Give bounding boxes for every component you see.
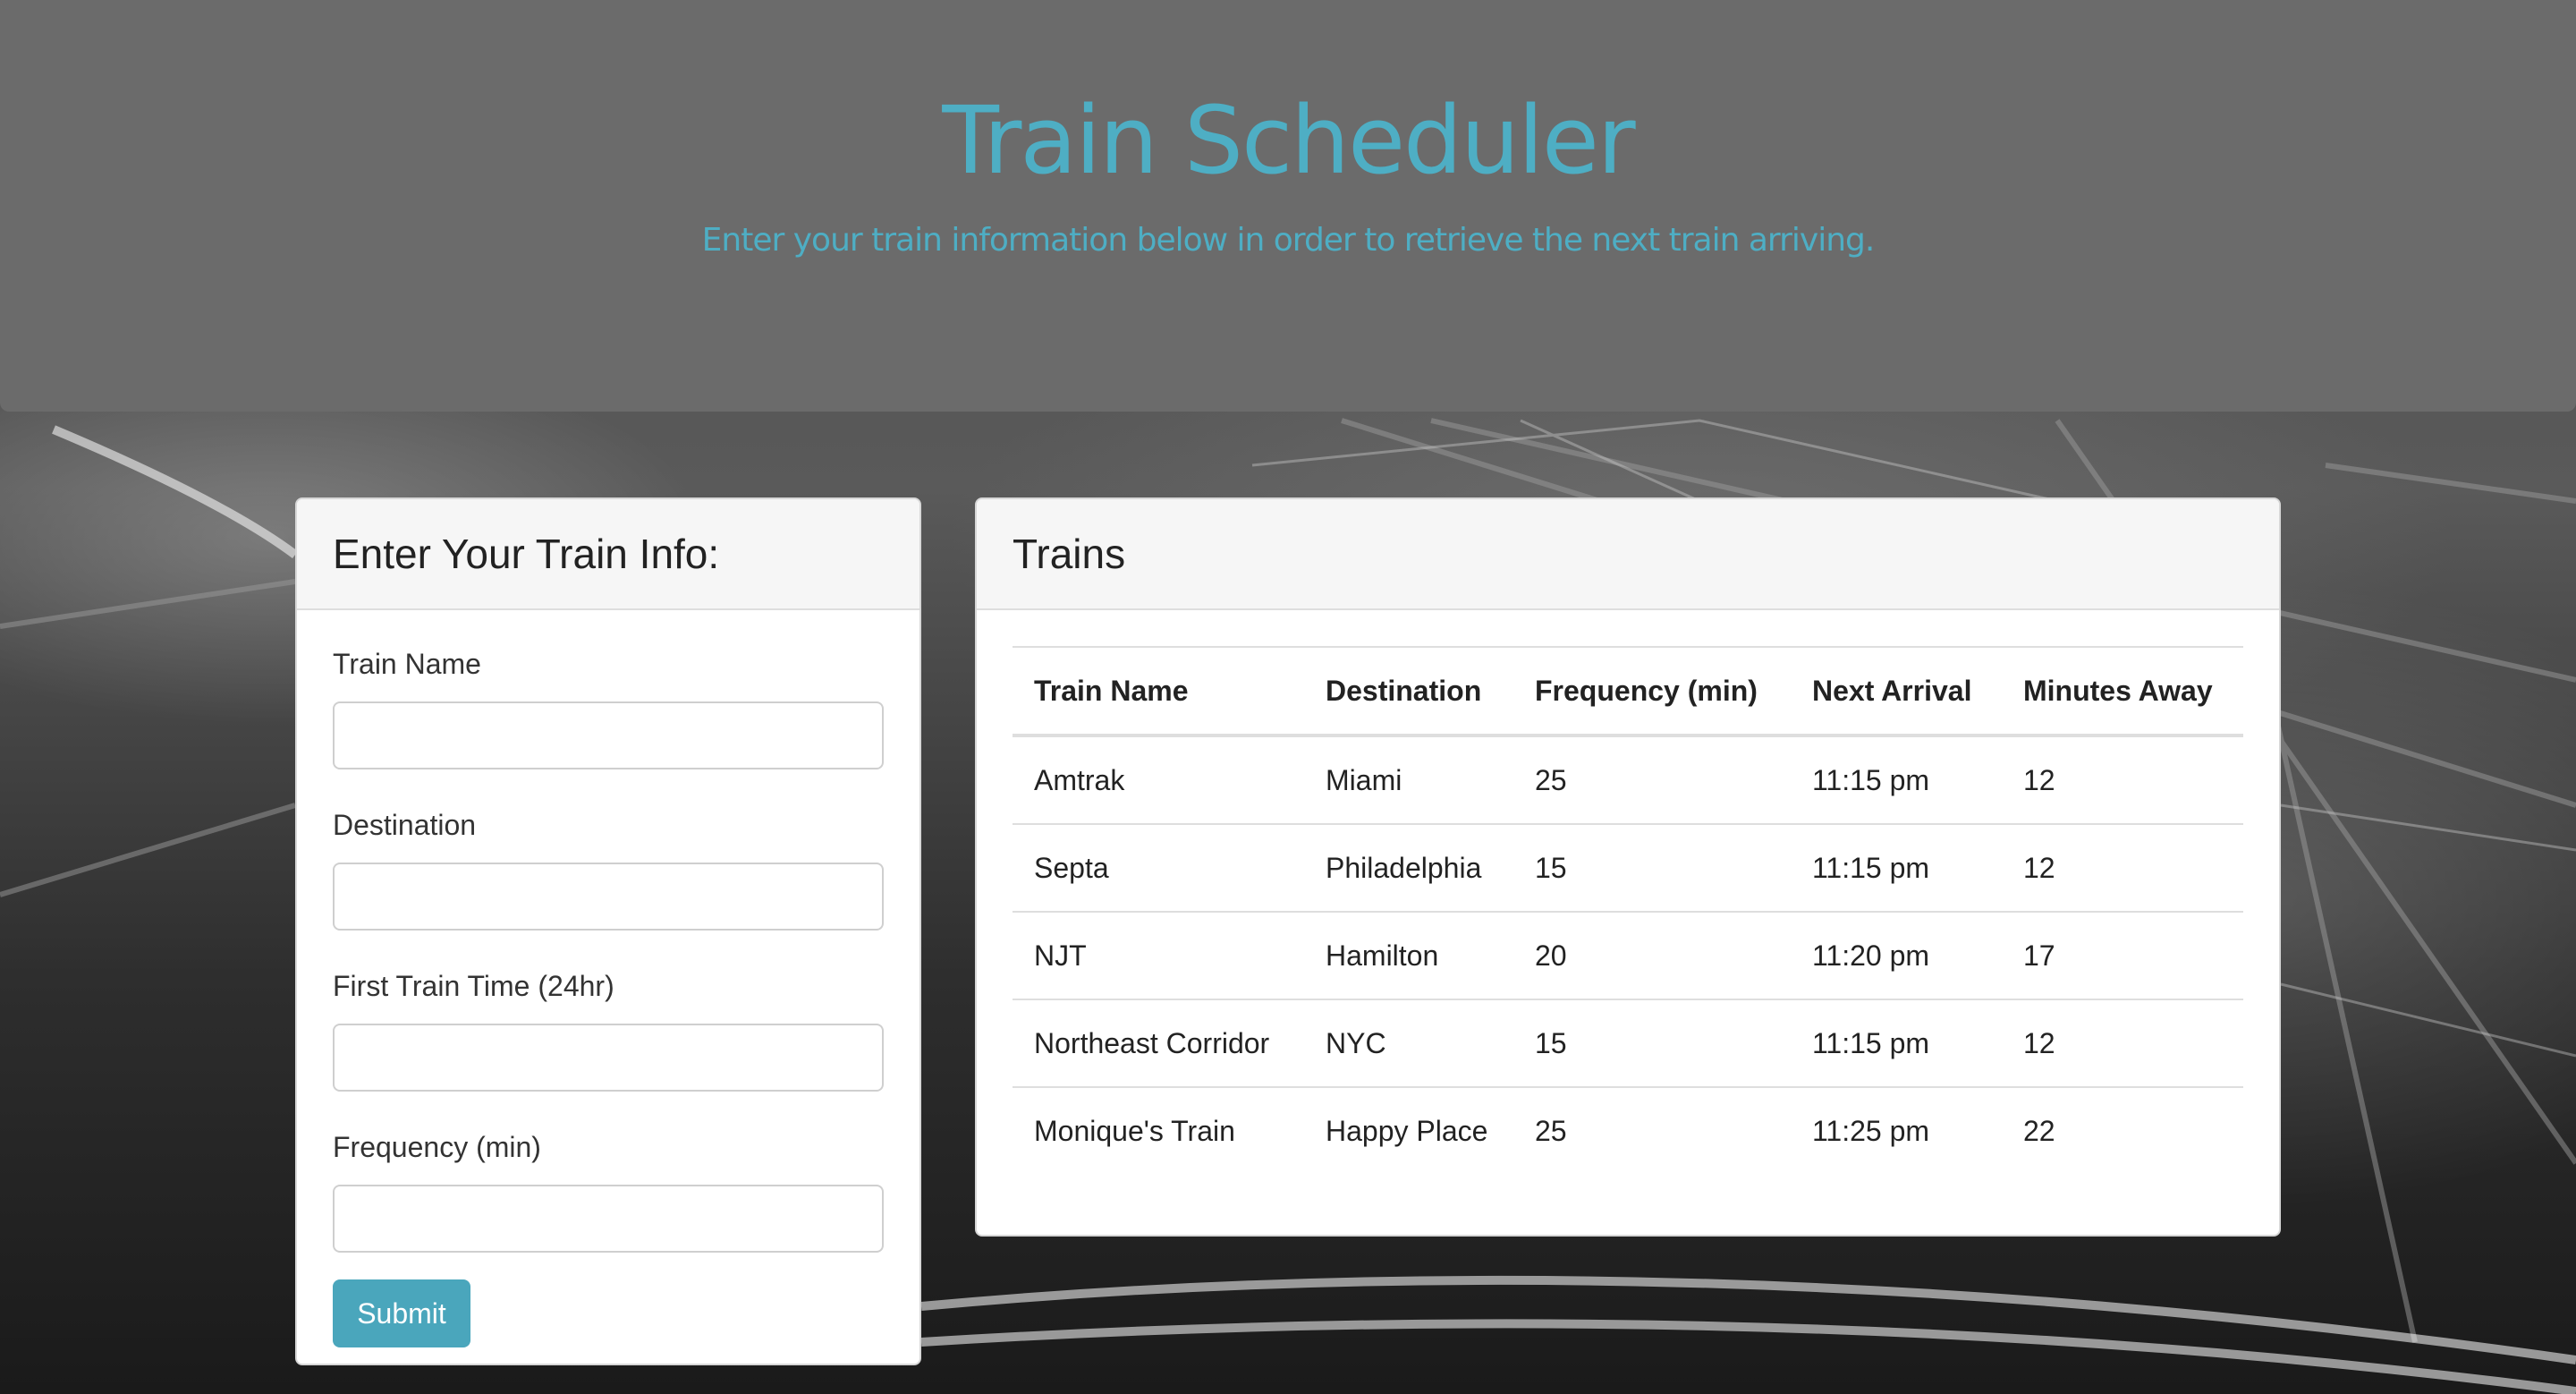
- cell-frequency: 15: [1513, 999, 1791, 1088]
- column-header-frequency: Frequency (min): [1513, 647, 1791, 737]
- page-subtitle: Enter your train information below in or…: [701, 222, 1876, 259]
- frequency-label: Frequency (min): [333, 1131, 541, 1163]
- cell-train-name: Amtrak: [1013, 735, 1304, 825]
- first-train-time-label: First Train Time (24hr): [333, 970, 614, 1002]
- form-heading: Enter Your Train Info:: [333, 531, 720, 577]
- cell-destination: NYC: [1304, 999, 1513, 1088]
- cell-minutes-away: 22: [2023, 1114, 2055, 1147]
- train-name-input[interactable]: [333, 701, 884, 769]
- header-banner: Train Scheduler Enter your train informa…: [0, 0, 2576, 412]
- frequency-input[interactable]: [333, 1185, 884, 1253]
- table-row: Amtrak Miami 25 11:15 pm 12: [1013, 735, 2243, 825]
- frequency-group: Frequency (min): [333, 1129, 884, 1253]
- cell-train-name: Northeast Corridor: [1013, 999, 1304, 1088]
- cell-destination: Philadelphia: [1304, 824, 1513, 913]
- train-name-label: Train Name: [333, 648, 481, 680]
- column-header-destination: Destination: [1304, 647, 1513, 737]
- trains-table: Train Name Destination Frequency (min) N…: [1013, 646, 2243, 1174]
- cell-next-arrival: 11:15 pm: [1791, 824, 2002, 913]
- trains-table-container: Train Name Destination Frequency (min) N…: [977, 610, 2279, 1174]
- cell-minutes-away: 12: [2002, 735, 2243, 825]
- table-header-row: Train Name Destination Frequency (min) N…: [1013, 647, 2243, 737]
- table-row: Northeast Corridor NYC 15 11:15 pm 12: [1013, 999, 2243, 1088]
- cell-next-arrival: 11:25 pm: [1812, 1114, 1930, 1147]
- cell-train-name: NJT: [1013, 912, 1304, 1000]
- trains-card-header: Trains: [977, 499, 2279, 610]
- page-title: Train Scheduler: [942, 86, 1635, 195]
- form-card-header: Enter Your Train Info:: [297, 499, 919, 610]
- column-header-next-arrival: Next Arrival: [1791, 647, 2002, 737]
- first-train-time-group: First Train Time (24hr): [333, 968, 884, 1092]
- table-row: Monique's Train Happy Place 25 11:25 pm …: [1013, 1087, 2243, 1174]
- trains-card: Trains Train Name Destination Frequency …: [975, 497, 2281, 1237]
- destination-label: Destination: [333, 809, 477, 841]
- table-row: Septa Philadelphia 15 11:15 pm 12: [1013, 824, 2243, 913]
- cell-minutes-away: 12: [2002, 824, 2243, 913]
- cell-frequency: 25: [1513, 735, 1791, 825]
- cell-next-arrival: 11:15 pm: [1791, 735, 2002, 825]
- column-header-minutes-away: Minutes Away: [2002, 647, 2243, 737]
- cell-next-arrival: 11:20 pm: [1791, 912, 2002, 1000]
- train-name-group: Train Name: [333, 646, 884, 769]
- cell-train-name: Monique's Train: [1034, 1114, 1235, 1147]
- cell-train-name: Septa: [1013, 824, 1304, 913]
- first-train-time-input[interactable]: [333, 1024, 884, 1092]
- cell-frequency: 25: [1535, 1114, 1567, 1147]
- cell-destination: Happy Place: [1326, 1114, 1488, 1147]
- cell-frequency: 20: [1513, 912, 1791, 1000]
- submit-button[interactable]: Submit: [333, 1279, 470, 1347]
- cell-next-arrival: 11:15 pm: [1791, 999, 2002, 1088]
- table-row: NJT Hamilton 20 11:20 pm 17: [1013, 912, 2243, 1000]
- destination-input[interactable]: [333, 863, 884, 931]
- column-header-train-name: Train Name: [1013, 647, 1304, 737]
- cell-destination: Miami: [1304, 735, 1513, 825]
- cell-frequency: 15: [1513, 824, 1791, 913]
- train-info-form: Train Name Destination First Train Time …: [297, 610, 919, 1347]
- destination-group: Destination: [333, 807, 884, 931]
- cell-minutes-away: 12: [2002, 999, 2243, 1088]
- trains-heading: Trains: [1013, 531, 1126, 577]
- cell-minutes-away: 17: [2002, 912, 2243, 1000]
- train-info-form-card: Enter Your Train Info: Train Name Destin…: [295, 497, 921, 1365]
- cell-destination: Hamilton: [1304, 912, 1513, 1000]
